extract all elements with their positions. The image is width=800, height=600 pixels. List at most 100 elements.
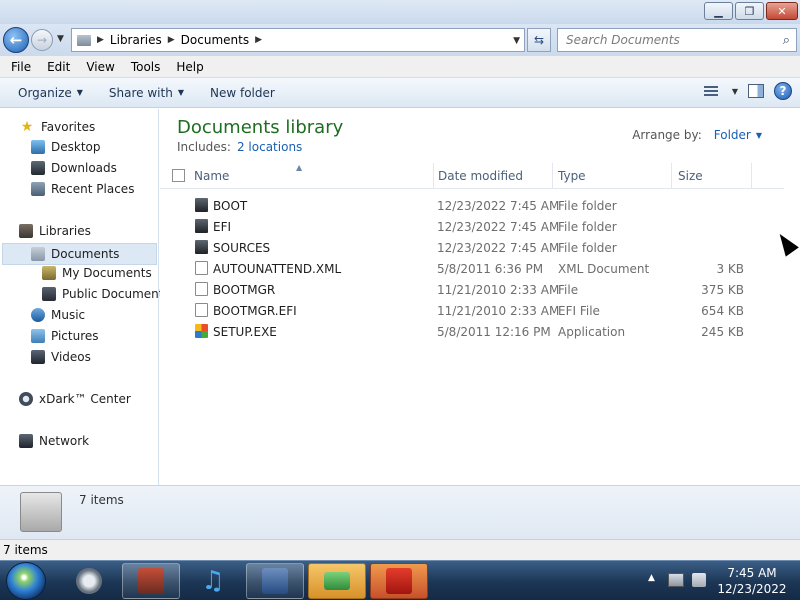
file-date-modified: 5/8/2011 12:16 PM bbox=[437, 325, 551, 339]
file-icon bbox=[195, 282, 208, 296]
recent-pages-dropdown[interactable]: ▼ bbox=[57, 34, 64, 44]
change-view-icon[interactable] bbox=[703, 84, 722, 98]
forward-button[interactable]: → bbox=[31, 29, 53, 51]
nav-downloads[interactable]: Downloads bbox=[31, 161, 117, 175]
help-icon[interactable]: ? bbox=[774, 82, 792, 100]
nav-pictures[interactable]: Pictures bbox=[31, 329, 99, 343]
nav-my-documents-label: My Documents bbox=[62, 266, 152, 280]
view-options-chevron-icon[interactable]: ▼ bbox=[732, 87, 738, 96]
file-size: 375 KB bbox=[701, 283, 744, 297]
documents-library-icon bbox=[31, 247, 45, 261]
table-row[interactable]: SOURCES 12/23/2022 7:45 AM File folder bbox=[160, 237, 784, 258]
select-all-checkbox[interactable] bbox=[172, 169, 185, 182]
refresh-button[interactable]: ⇆ bbox=[527, 28, 551, 52]
organize-label: Organize bbox=[18, 85, 72, 100]
file-date-modified: 11/21/2010 2:33 AM bbox=[437, 304, 560, 318]
volume-muted-icon[interactable] bbox=[692, 573, 706, 587]
share-with-button[interactable]: Share with ▼ bbox=[101, 86, 192, 100]
table-row[interactable]: SETUP.EXE 5/8/2011 12:16 PM Application 245… bbox=[160, 321, 784, 342]
taskbar-app-4[interactable] bbox=[246, 563, 304, 599]
search-input[interactable] bbox=[566, 33, 766, 47]
menu-help[interactable]: Help bbox=[168, 60, 211, 74]
file-size: 3 KB bbox=[716, 262, 744, 276]
close-button[interactable]: ✕ bbox=[766, 2, 798, 20]
nav-favorites[interactable]: ★ Favorites bbox=[19, 119, 96, 135]
nav-videos[interactable]: Videos bbox=[31, 350, 91, 364]
file-name: AUTOUNATTEND.XML bbox=[213, 262, 342, 276]
breadcrumb-separator-icon[interactable]: ▶ bbox=[97, 35, 104, 45]
breadcrumb-separator-icon[interactable]: ▶ bbox=[168, 35, 175, 45]
column-size[interactable]: Size bbox=[678, 169, 703, 183]
table-row[interactable]: BOOTMGR 11/21/2010 2:33 AM File 375 KB bbox=[160, 279, 784, 300]
search-box[interactable]: ⌕ bbox=[557, 28, 797, 52]
menu-view[interactable]: View bbox=[78, 60, 122, 74]
arrange-by-label: Arrange by: bbox=[632, 128, 702, 142]
nav-pictures-label: Pictures bbox=[51, 329, 99, 343]
nav-desktop[interactable]: Desktop bbox=[31, 140, 101, 154]
show-hidden-icons-icon[interactable]: ▲ bbox=[648, 573, 655, 583]
library-includes: Includes: 2 locations bbox=[177, 140, 302, 154]
column-type[interactable]: Type bbox=[558, 169, 586, 183]
taskbar-app-6[interactable] bbox=[370, 563, 428, 599]
taskbar-explorer[interactable] bbox=[122, 563, 180, 599]
file-name: BOOTMGR bbox=[213, 283, 276, 297]
menu-file[interactable]: File bbox=[3, 60, 39, 74]
clock-date: 12/23/2022 bbox=[717, 582, 787, 596]
locations-link[interactable]: 2 locations bbox=[237, 140, 302, 154]
organize-button[interactable]: Organize ▼ bbox=[10, 86, 91, 100]
clock[interactable]: 7:45 AM 12/23/2022 bbox=[712, 565, 792, 597]
breadcrumb-separator-icon[interactable]: ▶ bbox=[255, 35, 262, 45]
share-with-label: Share with bbox=[108, 85, 173, 100]
arrange-by-dropdown[interactable]: Folder ▼ bbox=[714, 128, 762, 142]
column-divider[interactable] bbox=[671, 163, 672, 189]
app-icon bbox=[76, 568, 102, 594]
taskbar-app-5[interactable] bbox=[308, 563, 366, 599]
view-controls: ▼ ? bbox=[703, 82, 792, 100]
column-divider[interactable] bbox=[433, 163, 434, 189]
clock-time: 7:45 AM bbox=[727, 566, 777, 580]
nav-xdark-center[interactable]: xDark™ Center bbox=[19, 392, 131, 406]
minimize-button[interactable]: ▁ bbox=[704, 2, 733, 20]
nav-documents[interactable]: Documents bbox=[2, 243, 157, 265]
pdf-app-icon bbox=[386, 568, 412, 594]
status-item-count: 7 items bbox=[3, 543, 48, 557]
breadcrumb-documents[interactable]: Documents bbox=[181, 33, 249, 47]
address-bar[interactable]: ▶ Libraries ▶ Documents ▶ ▼ bbox=[71, 28, 525, 52]
address-history-dropdown[interactable]: ▼ bbox=[513, 36, 520, 46]
file-size: 245 KB bbox=[701, 325, 744, 339]
taskbar-pinned-app-1[interactable] bbox=[60, 563, 118, 599]
search-icon[interactable]: ⌕ bbox=[783, 33, 790, 48]
file-type: File folder bbox=[558, 199, 617, 213]
nav-recent-places[interactable]: Recent Places bbox=[31, 182, 134, 196]
maximize-button[interactable]: ❐ bbox=[735, 2, 764, 20]
title-bar: ▁ ❐ ✕ bbox=[0, 0, 800, 24]
nav-public-documents-label: Public Documents bbox=[62, 287, 170, 301]
column-divider[interactable] bbox=[751, 163, 752, 189]
column-name[interactable]: Name bbox=[194, 169, 229, 183]
file-name: BOOT bbox=[213, 199, 248, 213]
table-row[interactable]: EFI 12/23/2022 7:45 AM File folder bbox=[160, 216, 784, 237]
nav-libraries[interactable]: Libraries bbox=[19, 224, 91, 238]
table-row[interactable]: BOOT 12/23/2022 7:45 AM File folder bbox=[160, 195, 784, 216]
nav-public-documents[interactable]: Public Documents bbox=[42, 287, 170, 301]
preview-pane-icon[interactable] bbox=[748, 84, 764, 98]
nav-music[interactable]: Music bbox=[31, 308, 85, 322]
nav-network[interactable]: Network bbox=[19, 434, 89, 448]
nav-documents-label: Documents bbox=[51, 247, 120, 261]
start-button[interactable] bbox=[6, 562, 46, 600]
breadcrumb-libraries[interactable]: Libraries bbox=[110, 33, 162, 47]
back-button[interactable]: ← bbox=[3, 27, 29, 53]
column-date-modified[interactable]: Date modified bbox=[438, 169, 523, 183]
nav-recent-places-label: Recent Places bbox=[51, 182, 135, 196]
file-name: SOURCES bbox=[213, 241, 271, 255]
application-icon bbox=[195, 324, 208, 338]
menu-tools[interactable]: Tools bbox=[123, 60, 169, 74]
new-folder-button[interactable]: New folder bbox=[202, 86, 283, 100]
column-divider[interactable] bbox=[552, 163, 553, 189]
table-row[interactable]: AUTOUNATTEND.XML 5/8/2011 6:36 PM XML Docu… bbox=[160, 258, 784, 279]
taskbar-music-app[interactable]: ♫ bbox=[184, 563, 242, 599]
menu-edit[interactable]: Edit bbox=[39, 60, 78, 74]
network-status-icon[interactable] bbox=[668, 573, 684, 587]
table-row[interactable]: BOOTMGR.EFI 11/21/2010 2:33 AM EFI File 654… bbox=[160, 300, 784, 321]
nav-my-documents[interactable]: My Documents bbox=[42, 266, 152, 280]
